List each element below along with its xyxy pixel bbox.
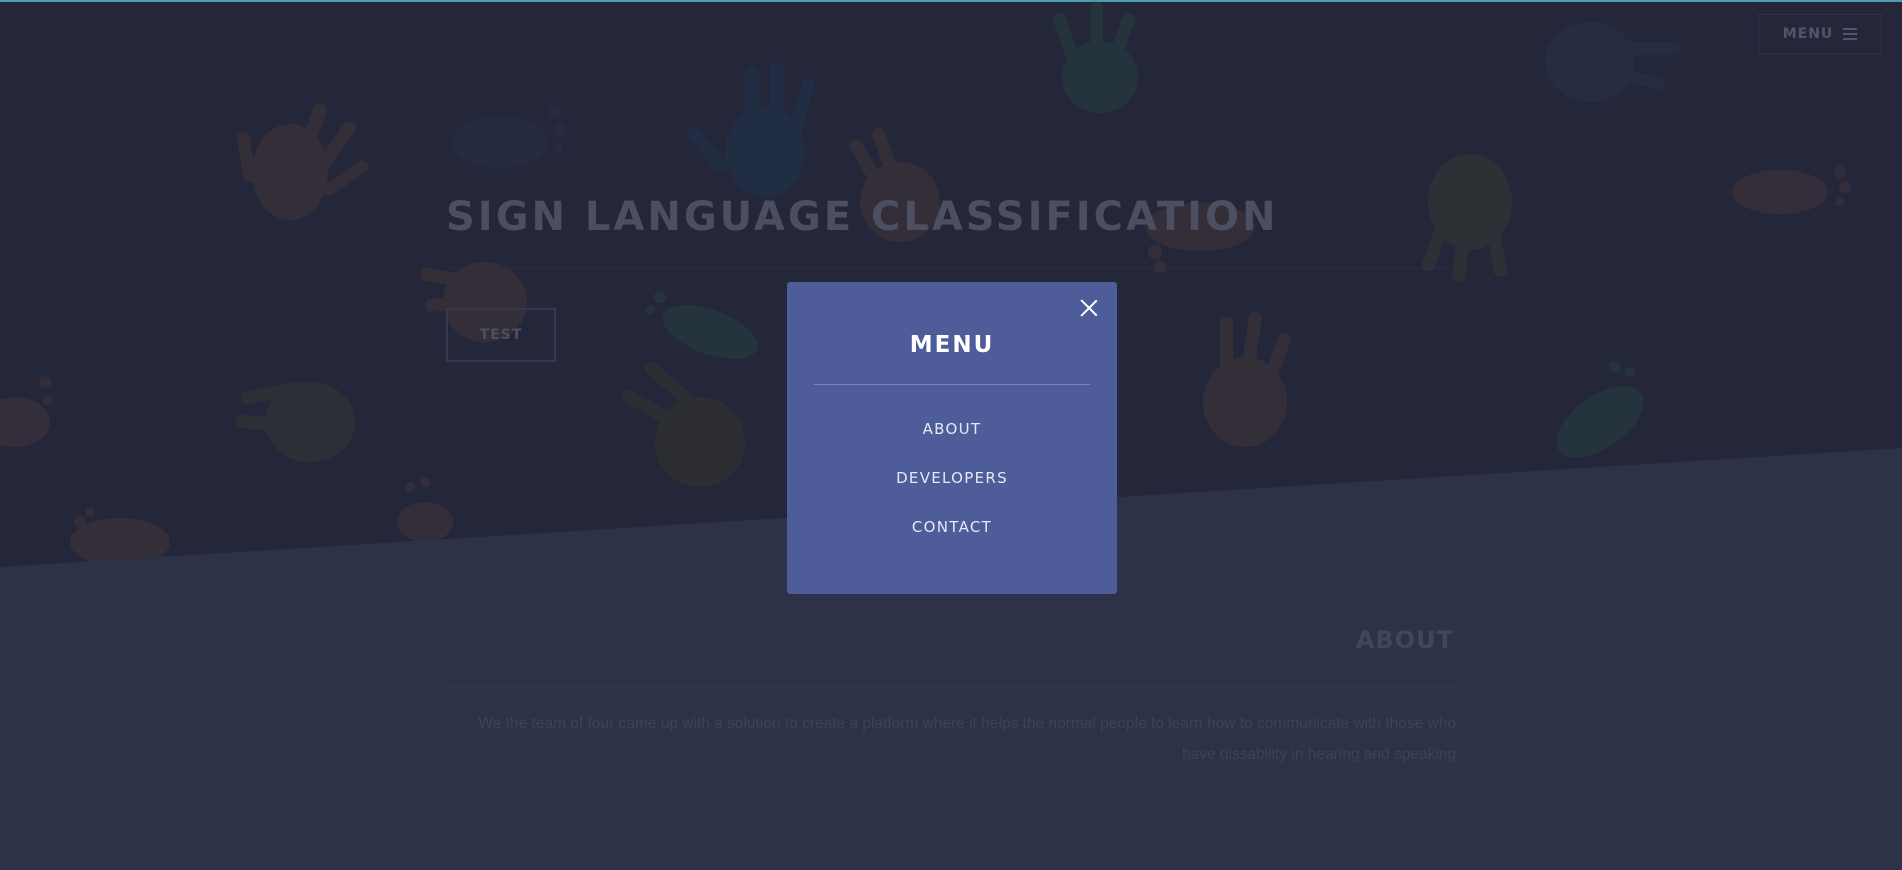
menu-item-developers[interactable]: DEVELOPERS	[787, 469, 1117, 518]
menu-item-about[interactable]: ABOUT	[787, 420, 1117, 469]
menu-item-contact[interactable]: CONTACT	[787, 518, 1117, 567]
menu-modal: MENU ABOUT DEVELOPERS CONTACT	[787, 282, 1117, 594]
page: MENU SIGN LANGUAGE CLASSIFICATION TEST A…	[0, 0, 1902, 870]
modal-title: MENU	[909, 332, 995, 358]
modal-menu-list: ABOUT DEVELOPERS CONTACT	[787, 420, 1117, 567]
close-icon[interactable]	[1079, 298, 1099, 318]
modal-divider	[814, 384, 1090, 385]
